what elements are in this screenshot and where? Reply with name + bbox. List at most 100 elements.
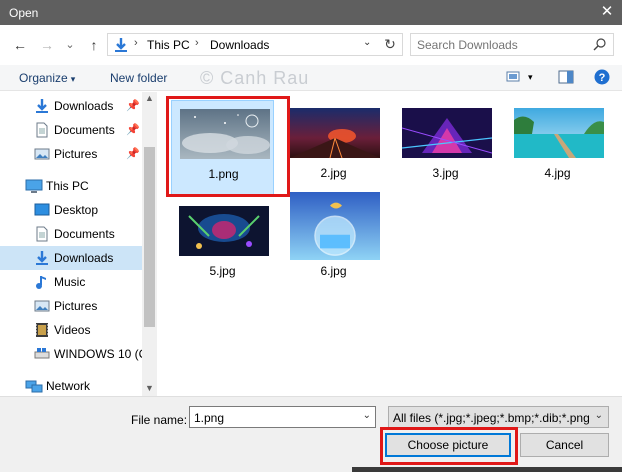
- sidebar-item-label: Pictures: [54, 299, 98, 313]
- network-icon: [25, 378, 43, 394]
- sidebar-item-label: Videos: [54, 323, 91, 337]
- downloads-folder-icon: [113, 37, 129, 56]
- view-dropdown-icon[interactable]: ▾: [528, 72, 533, 83]
- file-type-filter-label: All files (*.jpg;*.jpeg;*.bmp;*.dib;*.pn…: [393, 411, 589, 425]
- pin-icon: 📌: [126, 100, 140, 112]
- scroll-down-icon[interactable]: ▼: [145, 383, 154, 393]
- file-name-combo[interactable]: ⌄: [189, 406, 376, 428]
- file-name: 6.jpg: [320, 264, 347, 278]
- breadcrumb-this-pc[interactable]: This PC: [147, 38, 190, 52]
- view-options-icon[interactable]: [506, 70, 522, 87]
- file-name-label: File name:: [131, 413, 188, 427]
- image-thumbnail: [402, 108, 492, 158]
- sidebar-item-downloads-quick[interactable]: Downloads 📌: [0, 94, 142, 118]
- pin-icon: 📌: [126, 148, 140, 160]
- image-thumbnail: [514, 108, 604, 158]
- download-arrow-icon: [34, 250, 50, 266]
- preview-pane-icon[interactable]: [558, 70, 574, 87]
- dialog-footer: File name: ⌄ All files (*.jpg;*.jpeg;*.b…: [0, 396, 622, 472]
- organize-menu[interactable]: Organize ▾: [19, 71, 75, 85]
- computer-icon: [25, 178, 43, 194]
- file-tile[interactable]: 4.jpg: [506, 100, 609, 195]
- address-bar[interactable]: › This PC › Downloads ⌄: [107, 33, 403, 56]
- chevron-down-icon: ▾: [70, 74, 76, 84]
- organize-label: Organize: [19, 71, 68, 85]
- sidebar-item-label: WINDOWS 10 (C: [54, 347, 148, 361]
- search-icon[interactable]: [593, 37, 607, 54]
- new-folder-button[interactable]: New folder: [110, 71, 167, 85]
- sidebar-item-documents-quick[interactable]: Documents 📌: [0, 118, 142, 142]
- svg-text:?: ?: [599, 72, 606, 84]
- pictures-icon: [34, 298, 50, 314]
- sidebar-item-label: Downloads: [54, 251, 114, 265]
- file-name: 4.jpg: [544, 166, 571, 180]
- document-icon: [34, 122, 50, 138]
- sidebar-item-label: Desktop: [54, 203, 99, 217]
- videos-icon: [34, 322, 50, 338]
- sidebar-item-label: Music: [54, 275, 86, 289]
- back-arrow-icon[interactable]: ←: [10, 35, 30, 55]
- title-bar: Open ✕: [0, 0, 622, 25]
- music-icon: [34, 274, 50, 290]
- sidebar-item-label: Downloads: [54, 99, 114, 113]
- breadcrumb-separator-icon[interactable]: ›: [195, 37, 199, 49]
- close-icon[interactable]: ✕: [592, 0, 622, 25]
- refresh-icon[interactable]: ↻: [378, 33, 403, 56]
- sidebar-item-label: Documents: [54, 123, 115, 137]
- chevron-down-icon[interactable]: ⌄: [363, 410, 371, 421]
- navigation-pane: Downloads 📌 Documents 📌 Pictures 📌 This …: [0, 92, 157, 396]
- search-input[interactable]: [417, 37, 587, 53]
- breadcrumb-downloads[interactable]: Downloads: [210, 38, 269, 52]
- drive-icon: [34, 346, 50, 362]
- sidebar-item-documents[interactable]: Documents: [0, 222, 142, 246]
- file-name: 5.jpg: [209, 264, 236, 278]
- file-type-filter[interactable]: All files (*.jpg;*.jpeg;*.bmp;*.dib;*.pn…: [388, 406, 609, 428]
- sidebar-item-network[interactable]: Network: [0, 374, 142, 396]
- image-thumbnail: [290, 108, 380, 158]
- sidebar-item-label: Documents: [54, 227, 115, 241]
- sidebar-item-desktop[interactable]: Desktop: [0, 198, 142, 222]
- highlight-button-box: [380, 427, 518, 465]
- pictures-icon: [34, 146, 50, 162]
- sidebar-item-videos[interactable]: Videos: [0, 318, 142, 342]
- sidebar-item-downloads[interactable]: Downloads: [0, 246, 142, 270]
- highlight-selection-box: [166, 96, 290, 197]
- download-arrow-icon: [34, 98, 50, 114]
- pin-icon: 📌: [126, 124, 140, 136]
- command-toolbar: Organize ▾ New folder © Canh Rau ▾ ?: [0, 65, 622, 91]
- address-dropdown-icon[interactable]: ⌄: [363, 37, 371, 48]
- window-title: Open: [9, 6, 39, 20]
- forward-arrow-icon[interactable]: →: [37, 35, 57, 55]
- document-icon: [34, 226, 50, 242]
- sidebar-scrollbar[interactable]: ▲ ▼: [142, 92, 157, 396]
- cancel-button[interactable]: Cancel: [520, 433, 609, 457]
- sidebar-item-this-pc[interactable]: This PC: [0, 174, 142, 198]
- sidebar-item-pictures[interactable]: Pictures: [0, 294, 142, 318]
- desktop-icon: [34, 202, 50, 218]
- sidebar-item-label: Pictures: [54, 147, 98, 161]
- watermark: © Canh Rau: [200, 68, 310, 88]
- file-name: 2.jpg: [320, 166, 347, 180]
- help-icon[interactable]: ?: [594, 69, 610, 88]
- image-thumbnail: [179, 206, 269, 256]
- image-thumbnail: [290, 192, 380, 260]
- file-tile[interactable]: 3.jpg: [394, 100, 497, 195]
- file-tile[interactable]: 2.jpg: [282, 100, 385, 195]
- recent-locations-chevron-icon[interactable]: ⌄: [60, 35, 80, 55]
- file-tile[interactable]: 5.jpg: [171, 198, 274, 293]
- search-box[interactable]: [410, 33, 614, 56]
- sidebar-item-pictures-quick[interactable]: Pictures 📌: [0, 142, 142, 166]
- sidebar-item-label: This PC: [46, 179, 89, 193]
- sidebar-item-label: Network: [46, 379, 91, 393]
- scroll-up-icon[interactable]: ▲: [145, 93, 154, 103]
- scrollbar-thumb[interactable]: [144, 147, 155, 327]
- up-arrow-icon[interactable]: ↑: [84, 35, 104, 55]
- file-tile[interactable]: 6.jpg: [282, 188, 385, 283]
- file-name-field[interactable]: [194, 410, 354, 425]
- file-name: 3.jpg: [432, 166, 459, 180]
- chevron-down-icon[interactable]: ⌄: [595, 410, 603, 421]
- sidebar-item-music[interactable]: Music: [0, 270, 142, 294]
- taskbar-strip: [352, 467, 622, 472]
- sidebar-item-windows-drive[interactable]: WINDOWS 10 (C: [0, 342, 147, 366]
- breadcrumb-separator-icon[interactable]: ›: [134, 37, 138, 49]
